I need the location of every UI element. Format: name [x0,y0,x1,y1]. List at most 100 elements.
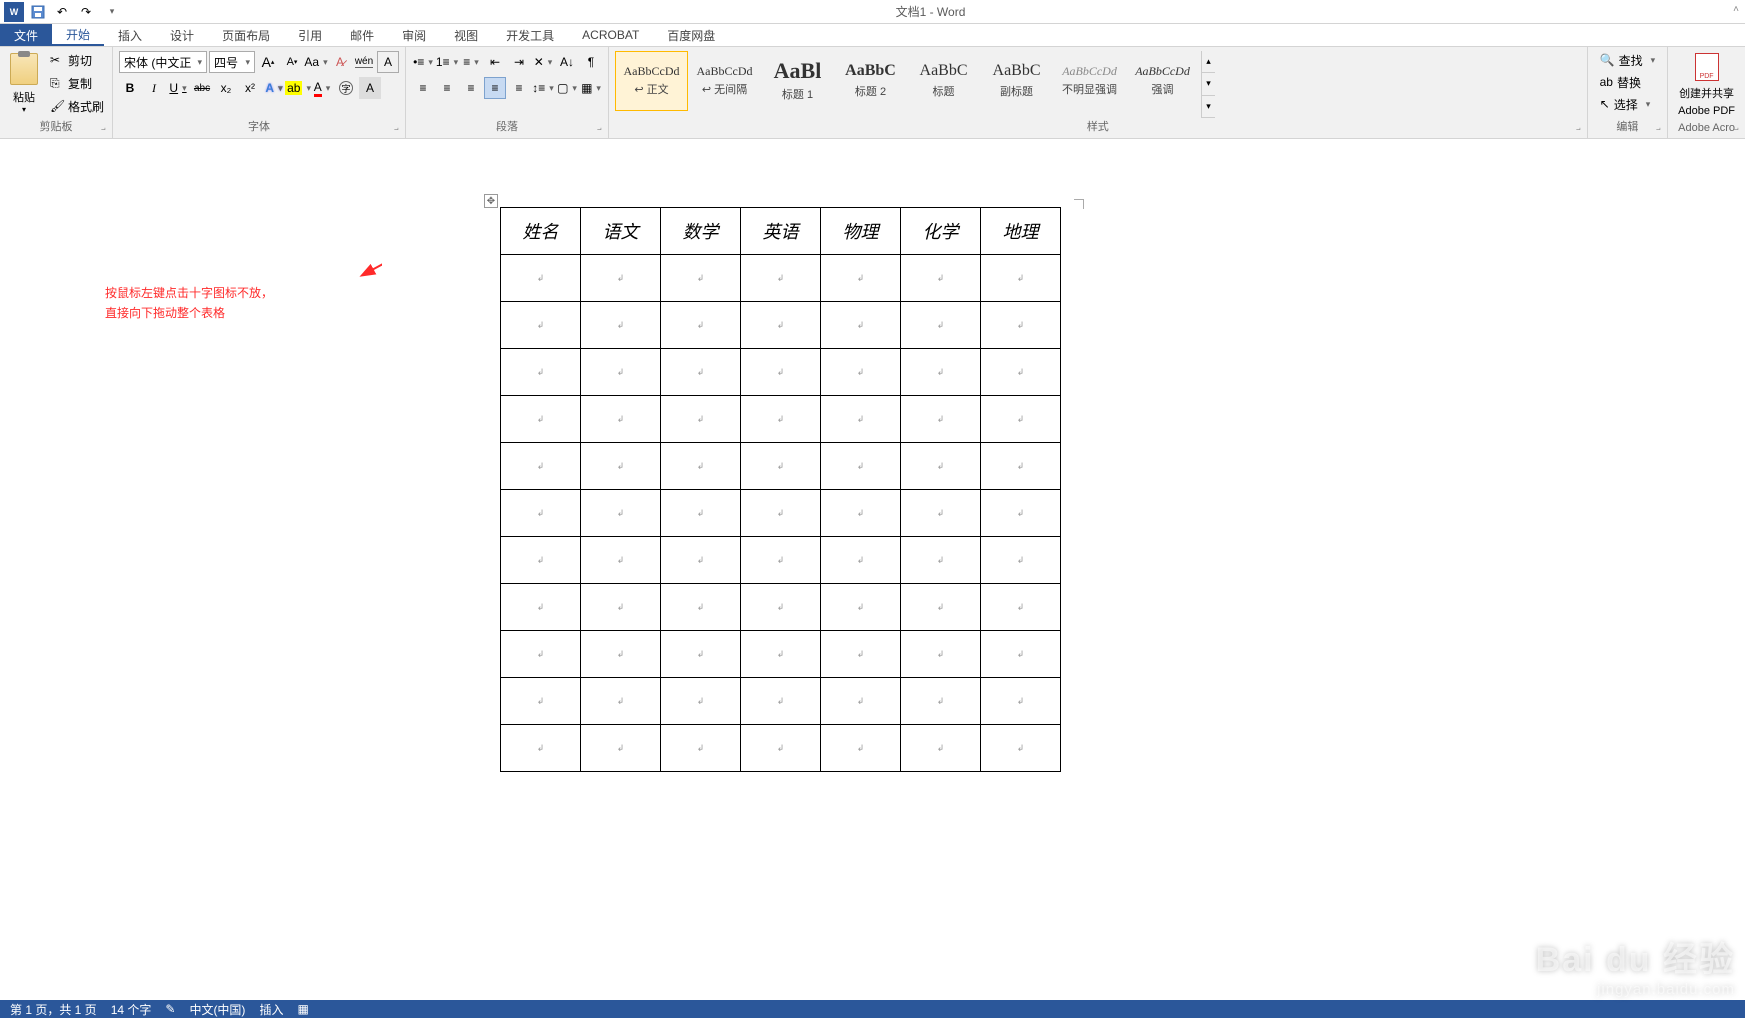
align-justify-button[interactable]: ≡ [484,77,506,99]
table-cell[interactable]: ↲ [741,490,821,537]
table-cell[interactable]: ↲ [981,396,1061,443]
tab-view[interactable]: 视图 [440,24,492,46]
table-cell[interactable]: ↲ [501,584,581,631]
table-cell[interactable]: ↲ [981,537,1061,584]
table-cell[interactable]: ↲ [741,302,821,349]
char-border-button[interactable]: A [377,51,399,73]
tab-design[interactable]: 设计 [156,24,208,46]
table-cell[interactable]: ↲ [501,255,581,302]
tab-insert[interactable]: 插入 [104,24,156,46]
multilevel-button[interactable]: ≡ [460,51,482,73]
table-cell[interactable]: ↲ [661,349,741,396]
tab-layout[interactable]: 页面布局 [208,24,284,46]
format-painter-button[interactable]: 🖌格式刷 [46,95,108,117]
superscript-button[interactable]: x² [239,77,261,99]
table-cell[interactable]: ↲ [661,678,741,725]
table-cell[interactable]: ↲ [981,631,1061,678]
table-cell[interactable]: ↲ [501,678,581,725]
table-cell[interactable]: ↲ [741,396,821,443]
status-page[interactable]: 第 1 页，共 1 页 [10,1001,97,1018]
table-cell[interactable]: ↲ [901,490,981,537]
paste-button[interactable]: 粘贴 ▾ [4,49,44,117]
table-cell[interactable]: ↲ [821,490,901,537]
table-cell[interactable]: ↲ [661,396,741,443]
undo-button[interactable]: ↶ [52,2,72,22]
style-item-3[interactable]: AaBbC标题 2 [834,51,907,111]
table-cell[interactable]: ↲ [901,349,981,396]
table-cell[interactable]: ↲ [661,584,741,631]
table-cell[interactable]: ↲ [821,349,901,396]
circled-char-button[interactable]: 字 [335,77,357,99]
table-cell[interactable]: ↲ [581,443,661,490]
table-cell[interactable]: ↲ [581,396,661,443]
table-cell[interactable]: ↲ [501,302,581,349]
change-case-button[interactable]: Aa [305,51,327,73]
save-button[interactable] [28,2,48,22]
table-cell[interactable]: ↲ [581,302,661,349]
table-cell[interactable]: ↲ [661,302,741,349]
table-cell[interactable]: ↲ [501,349,581,396]
table-cell[interactable]: ↲ [821,678,901,725]
find-button[interactable]: 🔍查找 [1596,49,1660,71]
table-cell[interactable]: ↲ [581,255,661,302]
table-cell[interactable]: ↲ [501,490,581,537]
create-share-pdf-button[interactable]: 创建并共享 Adobe PDF [1672,49,1741,121]
table-cell[interactable]: ↲ [581,349,661,396]
borders-button[interactable]: ▦ [580,77,602,99]
text-effects-button[interactable]: A [263,77,285,99]
status-language[interactable]: 中文(中国) [189,1001,245,1018]
highlight-button[interactable]: ab [287,77,309,99]
phonetic-guide-button[interactable]: wén [353,51,375,73]
tab-baidu[interactable]: 百度网盘 [653,24,729,46]
gallery-scroll[interactable]: ▴▾▾ [1201,51,1215,118]
table-move-handle[interactable]: ✥ [484,194,498,208]
tab-references[interactable]: 引用 [284,24,336,46]
table-cell[interactable]: ↲ [661,631,741,678]
replace-button[interactable]: ab替换 [1596,71,1645,93]
table-cell[interactable]: ↲ [981,349,1061,396]
table-cell[interactable]: ↲ [741,631,821,678]
style-item-1[interactable]: AaBbCcDd↩ 无间隔 [688,51,761,111]
collapse-ribbon-button[interactable]: ˄ [1733,4,1739,15]
qat-customize-button[interactable] [100,2,120,22]
table-cell[interactable]: ↲ [661,255,741,302]
tab-mailings[interactable]: 邮件 [336,24,388,46]
cut-button[interactable]: ✂剪切 [46,49,108,71]
table-cell[interactable]: ↲ [741,678,821,725]
table-cell[interactable]: ↲ [981,584,1061,631]
table-cell[interactable]: ↲ [981,443,1061,490]
table-cell[interactable]: ↲ [821,443,901,490]
table-cell[interactable]: ↲ [661,490,741,537]
align-left-button[interactable]: ≡ [412,77,434,99]
table-cell[interactable]: ↲ [901,631,981,678]
grow-font-button[interactable]: A▴ [257,51,279,73]
asian-layout-button[interactable]: ✕ [532,51,554,73]
style-item-6[interactable]: AaBbCcDd不明显强调 [1053,51,1126,111]
table-header-cell[interactable]: 化学 [901,208,981,255]
status-proofing-icon[interactable]: ✎ [165,1002,175,1016]
table-cell[interactable]: ↲ [501,396,581,443]
table-cell[interactable]: ↲ [821,255,901,302]
shrink-font-button[interactable]: A▾ [281,51,303,73]
font-size-combo[interactable]: 四号 [209,51,255,73]
style-item-5[interactable]: AaBbC副标题 [980,51,1053,111]
table-cell[interactable]: ↲ [741,443,821,490]
word-app-icon[interactable]: W [4,2,24,22]
table-header-cell[interactable]: 地理 [981,208,1061,255]
numbering-button[interactable]: 1≡ [436,51,458,73]
status-macro-icon[interactable]: ▦ [297,1002,308,1016]
table-cell[interactable]: ↲ [581,537,661,584]
bold-button[interactable]: B [119,77,141,99]
table-header-cell[interactable]: 英语 [741,208,821,255]
table-cell[interactable]: ↲ [901,584,981,631]
align-center-button[interactable]: ≡ [436,77,458,99]
clear-formatting-button[interactable]: A̷ [329,51,351,73]
tab-developer[interactable]: 开发工具 [492,24,568,46]
font-color-button[interactable]: A [311,77,333,99]
font-name-combo[interactable]: 宋体 (中文正 [119,51,207,73]
bullets-button[interactable]: •≡ [412,51,434,73]
table-cell[interactable]: ↲ [981,302,1061,349]
show-marks-button[interactable]: ¶ [580,51,602,73]
table-cell[interactable]: ↲ [901,678,981,725]
tab-file[interactable]: 文件 [0,24,52,46]
